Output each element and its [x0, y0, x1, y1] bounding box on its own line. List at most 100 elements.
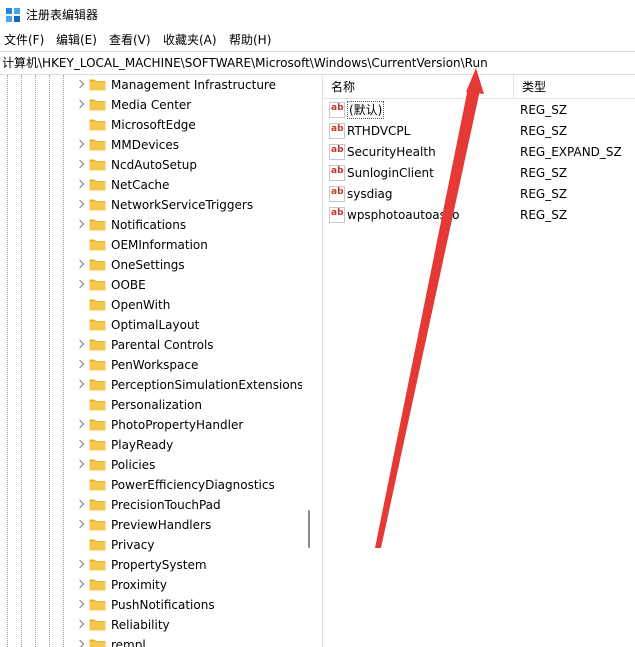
tree-item[interactable]: PreviewHandlers [0, 515, 302, 535]
tree-item[interactable]: MicrosoftEdge [0, 115, 302, 135]
value-row[interactable]: ab (默认) REG_SZ [323, 99, 635, 120]
column-header-type[interactable]: 类型 [514, 75, 635, 99]
folder-icon [89, 79, 106, 91]
menu-help[interactable]: 帮助(H) [229, 32, 271, 48]
folder-icon [89, 219, 106, 231]
tree-scrollbar[interactable] [302, 75, 323, 647]
key-tree[interactable]: Management Infrastructure Media Center Mic… [0, 75, 302, 647]
chevron-right-icon[interactable] [75, 219, 85, 229]
folder-icon [89, 639, 106, 647]
chevron-right-icon[interactable] [75, 199, 85, 209]
chevron-right-icon[interactable] [75, 559, 85, 569]
value-row[interactable]: ab wpsphotoautoasso REG_SZ [323, 204, 635, 225]
menu-view[interactable]: 查看(V) [109, 32, 151, 48]
column-header-name[interactable]: 名称 [323, 75, 514, 99]
folder-icon [89, 419, 106, 431]
chevron-right-icon[interactable] [75, 279, 85, 289]
tree-item[interactable]: PushNotifications [0, 595, 302, 615]
tree-item[interactable]: rempl [0, 635, 302, 647]
tree-item[interactable]: NetworkServiceTriggers [0, 195, 302, 215]
tree-item[interactable]: Management Infrastructure [0, 75, 302, 95]
tree-item[interactable]: MMDevices [0, 135, 302, 155]
tree-item-label: NetCache [111, 178, 170, 192]
menu-edit[interactable]: 编辑(E) [56, 32, 97, 48]
chevron-right-icon[interactable] [75, 259, 85, 269]
tree-item[interactable]: PenWorkspace [0, 355, 302, 375]
chevron-right-icon[interactable] [75, 619, 85, 629]
chevron-right-icon[interactable] [75, 419, 85, 429]
tree-item-label: Proximity [111, 578, 167, 592]
tree-item[interactable]: PerceptionSimulationExtensions [0, 375, 302, 395]
tree-item-label: Notifications [111, 218, 187, 232]
chevron-right-icon[interactable] [75, 339, 85, 349]
chevron-right-icon[interactable] [75, 139, 85, 149]
folder-icon [89, 319, 106, 331]
chevron-right-icon[interactable] [75, 379, 85, 389]
tree-item[interactable]: NetCache [0, 175, 302, 195]
tree-item[interactable]: Reliability [0, 615, 302, 635]
folder-icon [89, 339, 106, 351]
chevron-right-icon[interactable] [75, 159, 85, 169]
string-value-icon-text: ab [331, 208, 344, 218]
tree-item[interactable]: PropertySystem [0, 555, 302, 575]
chevron-right-icon[interactable] [75, 459, 85, 469]
menu-bar: 文件(F) 编辑(E) 查看(V) 收藏夹(A) 帮助(H) [0, 30, 635, 50]
string-value-icon: ab [329, 165, 345, 181]
string-value-icon: ab [329, 186, 345, 202]
string-value-icon-text: ab [331, 145, 344, 155]
menu-file[interactable]: 文件(F) [4, 32, 44, 48]
value-name: (默认) [347, 101, 385, 119]
tree-item[interactable]: Media Center [0, 95, 302, 115]
tree-item[interactable]: OOBE [0, 275, 302, 295]
chevron-right-icon[interactable] [75, 359, 85, 369]
folder-icon [89, 279, 106, 291]
tree-item-label: PerceptionSimulationExtensions [111, 378, 302, 392]
value-row[interactable]: ab RTHDVCPL REG_SZ [323, 120, 635, 141]
tree-item[interactable]: OpenWith [0, 295, 302, 315]
tree-item[interactable]: PrecisionTouchPad [0, 495, 302, 515]
string-value-icon-text: ab [331, 103, 344, 113]
string-value-icon: ab [329, 123, 345, 139]
address-path[interactable]: 计算机\HKEY_LOCAL_MACHINE\SOFTWARE\Microsof… [2, 55, 488, 71]
chevron-right-icon[interactable] [75, 579, 85, 589]
chevron-right-icon[interactable] [75, 439, 85, 449]
tree-item[interactable]: OneSettings [0, 255, 302, 275]
tree-item[interactable]: Proximity [0, 575, 302, 595]
chevron-right-icon[interactable] [75, 639, 85, 647]
folder-icon [89, 499, 106, 511]
chevron-right-icon[interactable] [75, 499, 85, 509]
tree-item-label: Management Infrastructure [111, 78, 276, 92]
tree-item-label: OpenWith [111, 298, 171, 312]
tree-item[interactable]: Parental Controls [0, 335, 302, 355]
folder-icon [89, 259, 106, 271]
value-row[interactable]: ab SunloginClient REG_SZ [323, 162, 635, 183]
address-bar[interactable]: 计算机\HKEY_LOCAL_MACHINE\SOFTWARE\Microsof… [0, 51, 635, 75]
tree-item-label: PhotoPropertyHandler [111, 418, 244, 432]
tree-item[interactable]: OptimalLayout [0, 315, 302, 335]
value-row[interactable]: ab sysdiag REG_SZ [323, 183, 635, 204]
tree-item[interactable]: NcdAutoSetup [0, 155, 302, 175]
tree-item[interactable]: PowerEfficiencyDiagnostics [0, 475, 302, 495]
folder-icon [89, 479, 106, 491]
tree-item-label: Parental Controls [111, 338, 214, 352]
tree-item[interactable]: PlayReady [0, 435, 302, 455]
value-type: REG_EXPAND_SZ [520, 145, 622, 159]
scrollbar-thumb[interactable] [308, 510, 310, 548]
value-row[interactable]: ab SecurityHealth REG_EXPAND_SZ [323, 141, 635, 162]
tree-item[interactable]: Personalization [0, 395, 302, 415]
tree-item-label: Policies [111, 458, 156, 472]
chevron-right-icon[interactable] [75, 599, 85, 609]
chevron-right-icon[interactable] [75, 519, 85, 529]
chevron-right-icon[interactable] [75, 179, 85, 189]
tree-item-label: MicrosoftEdge [111, 118, 196, 132]
value-list[interactable]: 名称 类型 ab (默认) REG_SZ ab RTHDVCPL REG_SZ ab Secu… [323, 75, 635, 647]
tree-item[interactable]: Policies [0, 455, 302, 475]
tree-item[interactable]: Notifications [0, 215, 302, 235]
chevron-right-icon[interactable] [75, 99, 85, 109]
tree-item[interactable]: PhotoPropertyHandler [0, 415, 302, 435]
tree-item-label: PrecisionTouchPad [111, 498, 221, 512]
menu-favorites[interactable]: 收藏夹(A) [163, 32, 217, 48]
tree-item[interactable]: OEMInformation [0, 235, 302, 255]
chevron-right-icon[interactable] [75, 79, 85, 89]
tree-item[interactable]: Privacy [0, 535, 302, 555]
